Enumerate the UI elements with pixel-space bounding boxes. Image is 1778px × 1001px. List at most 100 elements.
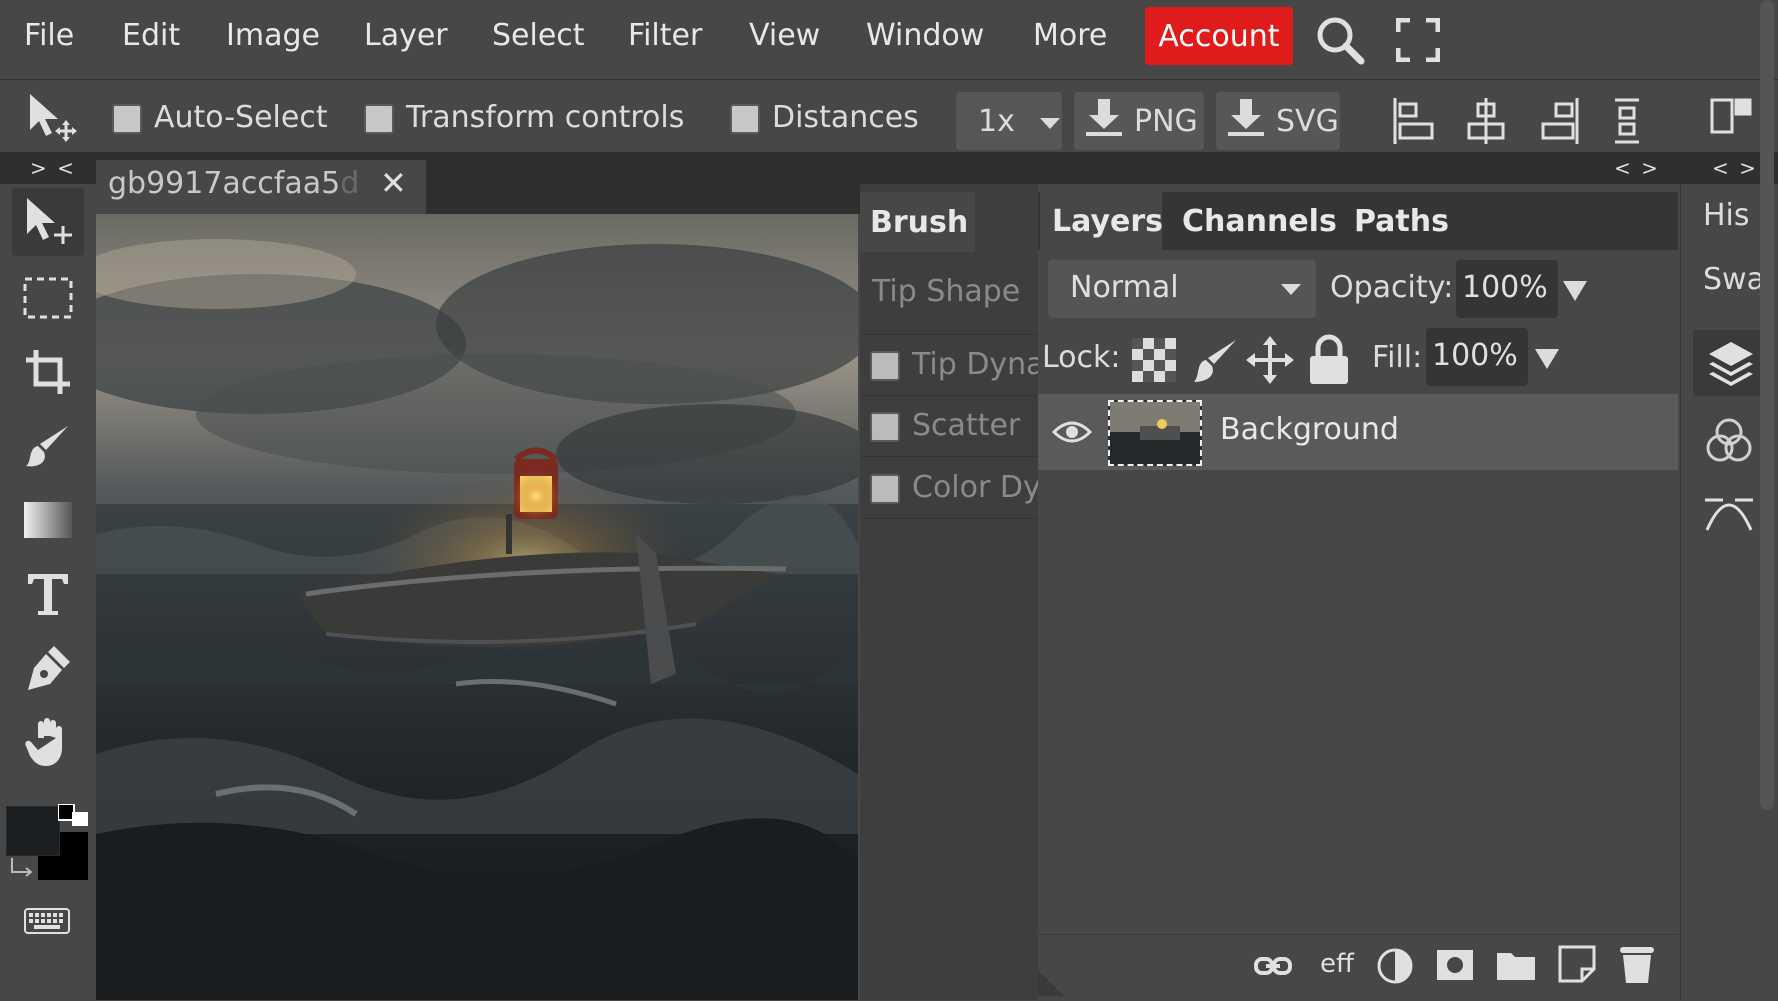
blend-mode-value: Normal — [1070, 270, 1179, 305]
brush-color-dynamics[interactable]: Color Dy — [860, 458, 1038, 519]
align-left-icon[interactable] — [1392, 98, 1436, 148]
scatter-checkbox[interactable] — [870, 412, 900, 442]
brush-scatter[interactable]: Scatter — [860, 396, 1038, 457]
right-scrollbar[interactable] — [1760, 0, 1774, 810]
align-right-icon[interactable] — [1540, 98, 1580, 148]
png-label: PNG — [1134, 103, 1198, 139]
menu-view[interactable]: View — [749, 18, 820, 53]
lock-pixels-brush-icon[interactable] — [1192, 336, 1238, 388]
tab-brush[interactable]: Brush — [860, 192, 975, 252]
new-layer-icon[interactable] — [1558, 945, 1596, 987]
menu-file[interactable]: File — [24, 18, 74, 53]
opacity-value: 100% — [1462, 270, 1548, 305]
swap-colors-icon[interactable] — [8, 854, 40, 888]
hand-tool[interactable] — [12, 708, 84, 776]
scale-dropdown[interactable]: 1x — [956, 92, 1062, 150]
marquee-select-tool[interactable] — [12, 264, 84, 332]
fill-dropdown-arrow-icon[interactable] — [1534, 348, 1560, 374]
tools-panel — [0, 184, 96, 1000]
menu-image[interactable]: Image — [226, 18, 320, 53]
chevron-down-icon — [1039, 104, 1061, 139]
document-tab[interactable]: gb9917accfaa5d ✕ — [96, 160, 426, 214]
opacity-input[interactable]: 100% — [1456, 260, 1558, 318]
panels-collapse-strip: < > < > — [1586, 152, 1778, 184]
menu-window[interactable]: Window — [866, 18, 984, 53]
layer-row[interactable]: Background — [1038, 394, 1678, 470]
svg-label: SVG — [1276, 103, 1339, 139]
swatches-panel-button[interactable]: Swa — [1703, 262, 1765, 297]
move-tool[interactable] — [12, 188, 84, 256]
layers-stack-icon — [1707, 340, 1755, 390]
layers-list — [1038, 394, 1678, 934]
layers-footer: eff — [1038, 934, 1678, 1001]
tip-dynamics-label: Tip Dyna — [912, 347, 1038, 382]
eye-icon[interactable] — [1051, 416, 1093, 452]
transform-controls-checkbox[interactable] — [364, 104, 394, 134]
document-canvas[interactable] — [96, 214, 858, 1000]
auto-select-label: Auto-Select — [154, 100, 328, 135]
collapse-toolbar-toggle[interactable]: > < — [30, 156, 76, 180]
channels-circles-icon[interactable] — [1705, 416, 1753, 468]
lock-all-icon[interactable] — [1308, 334, 1350, 390]
adjustment-layer-icon[interactable] — [1376, 947, 1414, 989]
collapse-side-toggle[interactable]: < > — [1712, 156, 1758, 180]
account-button[interactable]: Account — [1145, 7, 1293, 65]
pen-tool[interactable] — [12, 634, 84, 702]
panel-layout-icon[interactable] — [1710, 96, 1752, 140]
gradient-tool[interactable] — [12, 486, 84, 554]
menu-layer[interactable]: Layer — [364, 18, 448, 53]
transform-controls-label: Transform controls — [406, 100, 685, 135]
color-dynamics-checkbox[interactable] — [870, 474, 900, 504]
brush-tool[interactable] — [12, 412, 84, 480]
keyboard-icon[interactable] — [24, 908, 70, 938]
new-group-folder-icon[interactable] — [1496, 949, 1536, 985]
align-center-icon[interactable] — [1466, 98, 1506, 148]
distances-checkbox[interactable] — [730, 104, 760, 134]
paths-curve-icon[interactable] — [1703, 490, 1755, 536]
crop-tool[interactable] — [12, 338, 84, 406]
opacity-dropdown-arrow-icon[interactable] — [1562, 280, 1588, 306]
brush-tip-shape[interactable]: Tip Shape — [860, 262, 1038, 322]
tab-layers[interactable]: Layers — [1040, 192, 1163, 250]
tip-dynamics-checkbox[interactable] — [870, 351, 900, 381]
distribute-vertical-icon[interactable] — [1612, 98, 1642, 148]
layers-panel-toggle[interactable] — [1693, 330, 1767, 396]
download-icon — [1084, 97, 1124, 145]
menu-edit[interactable]: Edit — [122, 18, 180, 53]
blend-mode-dropdown[interactable]: Normal — [1048, 260, 1316, 318]
tab-paths[interactable]: Paths — [1342, 192, 1460, 250]
history-panel-button[interactable]: His — [1703, 198, 1750, 233]
menu-bar: File Edit Image Layer Select Filter View… — [0, 0, 1778, 80]
fullscreen-icon[interactable] — [1395, 17, 1441, 66]
delete-layer-trash-icon[interactable] — [1618, 945, 1656, 989]
scale-value: 1x — [978, 103, 1015, 139]
layer-effects-button[interactable]: eff — [1320, 949, 1354, 979]
text-tool[interactable] — [12, 560, 84, 628]
tip-shape-label: Tip Shape — [872, 274, 1021, 309]
close-tab-button[interactable]: ✕ — [380, 164, 407, 202]
tab-channels[interactable]: Channels — [1170, 192, 1340, 250]
menu-filter[interactable]: Filter — [628, 18, 702, 53]
export-png-button[interactable]: PNG — [1074, 92, 1204, 150]
stormy-sea-boat-image — [96, 214, 858, 1000]
fill-label: Fill: — [1372, 340, 1423, 375]
opacity-label: Opacity: — [1330, 270, 1454, 305]
collapse-panels-toggle[interactable]: < > — [1614, 156, 1660, 180]
menu-more[interactable]: More — [1033, 18, 1107, 53]
layer-name: Background — [1220, 412, 1399, 447]
export-svg-button[interactable]: SVG — [1216, 92, 1340, 150]
foreground-color-swatch-front[interactable] — [6, 806, 60, 856]
fill-input[interactable]: 100% — [1426, 328, 1528, 386]
distances-label: Distances — [772, 100, 919, 135]
search-icon[interactable] — [1314, 14, 1366, 70]
layer-thumbnail — [1108, 400, 1202, 466]
default-colors-icon[interactable] — [57, 803, 92, 830]
layer-mask-icon[interactable] — [1436, 949, 1474, 985]
lock-transparency-icon[interactable] — [1132, 338, 1176, 386]
panel-resize-corner[interactable] — [1038, 970, 1064, 996]
brush-tip-dynamics[interactable]: Tip Dyna — [860, 334, 1038, 396]
lock-position-move-icon[interactable] — [1246, 336, 1294, 388]
menu-select[interactable]: Select — [492, 18, 585, 53]
auto-select-checkbox[interactable] — [112, 104, 142, 134]
link-layers-icon[interactable] — [1254, 953, 1292, 983]
